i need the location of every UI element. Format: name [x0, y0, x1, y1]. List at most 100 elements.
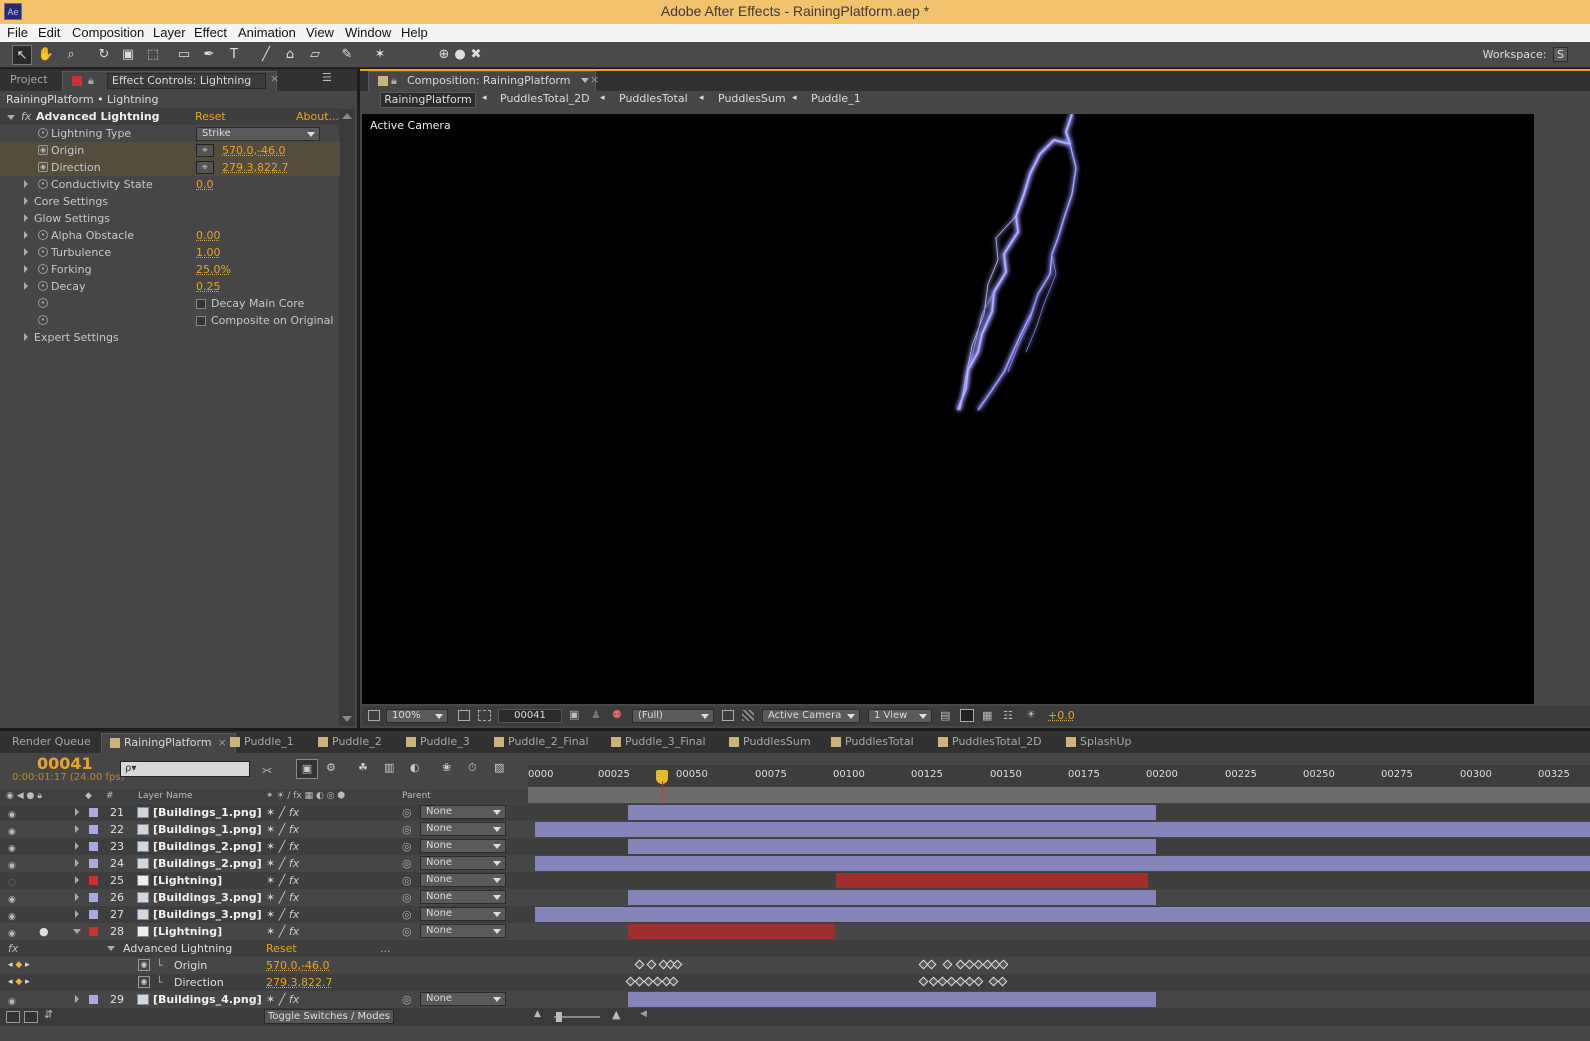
menu-help[interactable]: Help: [401, 25, 428, 40]
layer-duration-bar[interactable]: [628, 839, 1156, 854]
composite-on-original-checkbox[interactable]: [196, 316, 206, 326]
property-row-direction[interactable]: ◂ ◆ ▸ ◉ └ Direction 279.3,822.7: [0, 974, 1590, 991]
collapse-icon[interactable]: [107, 946, 115, 951]
table-row[interactable]: ◉ ● 28 [Lightning] ✶ ╱ fx ◎ None: [0, 923, 1590, 940]
stopwatch-icon[interactable]: •: [38, 247, 48, 257]
layer-name[interactable]: [Buildings_3.png]: [153, 889, 262, 906]
flow-item-rainingplatform[interactable]: RainingPlatform: [380, 92, 476, 108]
layer-name[interactable]: [Buildings_2.png]: [153, 855, 262, 872]
timeline-search-input[interactable]: ρ▾: [120, 761, 250, 777]
expand-icon[interactable]: [24, 231, 28, 239]
table-row[interactable]: ○ 25 [Lightning] ✶ ╱ fx ◎ None: [0, 872, 1590, 889]
expand-icon[interactable]: [75, 893, 79, 901]
lock-icon[interactable]: 🔒︎: [391, 72, 397, 90]
stopwatch-icon[interactable]: •: [38, 179, 48, 189]
table-row[interactable]: ◉ 22 [Buildings_1.png] ✶ ╱ fx ◎ None: [0, 821, 1590, 838]
graph-icon[interactable]: └: [156, 974, 163, 991]
label-color[interactable]: [89, 825, 98, 834]
layer-name[interactable]: [Lightning]: [153, 872, 222, 889]
layer-duration-bar[interactable]: [628, 805, 1156, 820]
fx-icon[interactable]: fx: [21, 108, 31, 125]
layer-switches-icon[interactable]: ✶ ╱ fx: [266, 923, 299, 940]
layer-duration-bar[interactable]: [535, 856, 1590, 871]
label-color[interactable]: [89, 995, 98, 1004]
toggle-switches-modes-button[interactable]: Toggle Switches / Modes: [264, 1009, 394, 1024]
stopwatch-icon[interactable]: •: [38, 230, 48, 240]
lightning-type-select[interactable]: Strike: [196, 127, 320, 141]
pickwhip-icon[interactable]: ◎: [402, 821, 412, 838]
zoom-select[interactable]: 100%: [386, 709, 448, 723]
origin-value[interactable]: 570.0,-46.0: [222, 142, 285, 159]
tab-rainingplatform[interactable]: RainingPlatform ×: [101, 733, 236, 753]
stopwatch-icon[interactable]: ◉: [138, 976, 150, 988]
tab-puddle-3-final[interactable]: Puddle_3_Final: [603, 733, 714, 753]
stopwatch-icon[interactable]: •: [38, 298, 48, 308]
flowchart-icon[interactable]: ☷: [1003, 709, 1013, 722]
tab-puddle-3[interactable]: Puddle_3: [398, 733, 478, 753]
tab-puddle-2-final[interactable]: Puddle_2_Final: [486, 733, 597, 753]
expand-icon[interactable]: [24, 333, 28, 341]
shy-layers-icon[interactable]: ☘: [358, 761, 368, 774]
effect-header-row[interactable]: fx Advanced Lightning Reset About...: [0, 108, 340, 125]
group-glow-settings[interactable]: Glow Settings: [0, 210, 340, 227]
label-color[interactable]: [89, 842, 98, 851]
tab-project[interactable]: Project: [2, 71, 56, 91]
mask-visibility-icon[interactable]: [478, 710, 491, 721]
pickwhip-icon[interactable]: ◎: [402, 838, 412, 855]
scroll-left-icon[interactable]: ◀: [640, 1009, 647, 1019]
tab-puddlessum[interactable]: PuddlesSum: [721, 733, 819, 753]
composition-viewer[interactable]: Active Camera: [362, 114, 1534, 704]
expand-icon[interactable]: [75, 808, 79, 816]
expand-icon[interactable]: [75, 876, 79, 884]
keyframe[interactable]: [998, 959, 1009, 970]
transparency-grid-icon[interactable]: [742, 710, 754, 721]
solo-icon[interactable]: ●: [39, 923, 49, 940]
flow-item-puddlestotal[interactable]: PuddlesTotal: [619, 92, 688, 105]
effect-about-button[interactable]: About...: [296, 108, 339, 125]
layer-duration-bar[interactable]: [628, 992, 1156, 1007]
keyframe[interactable]: [672, 959, 683, 970]
table-row[interactable]: ◉ 24 [Buildings_2.png] ✶ ╱ fx ◎ None: [0, 855, 1590, 872]
tab-puddle-1[interactable]: Puddle_1: [222, 733, 302, 753]
pickwhip-icon[interactable]: ◎: [402, 889, 412, 906]
expand-icon[interactable]: [24, 214, 28, 222]
keyframe[interactable]: [973, 976, 984, 987]
layer-name[interactable]: [Buildings_4.png]: [153, 991, 262, 1008]
expand-icon[interactable]: [24, 180, 28, 188]
layer-switches-icon[interactable]: ✶ ╱ fx: [266, 838, 299, 855]
layer-switches-icon[interactable]: ✶ ╱ fx: [266, 855, 299, 872]
zoom-tool-icon[interactable]: ⌕: [61, 45, 81, 65]
rotate-tool-icon[interactable]: ↻: [94, 45, 114, 65]
effect-scrollbar[interactable]: [339, 109, 355, 726]
motion-blur-icon[interactable]: ◐: [410, 761, 420, 774]
flow-item-puddlessum[interactable]: PuddlesSum: [718, 92, 786, 105]
menu-window[interactable]: Window: [345, 25, 391, 40]
region-of-interest-icon[interactable]: [722, 710, 734, 721]
parent-select[interactable]: None: [420, 856, 506, 870]
pickwhip-icon[interactable]: ◎: [402, 872, 412, 889]
reset-exposure-icon[interactable]: ☀: [1026, 708, 1036, 721]
draft-3d-icon[interactable]: ⚙: [326, 761, 336, 774]
group-core-settings[interactable]: Core Settings: [0, 193, 340, 210]
lock-icon[interactable]: 🔒︎: [88, 72, 94, 90]
layer-name[interactable]: [Buildings_3.png]: [153, 906, 262, 923]
chevron-down-icon[interactable]: [581, 78, 589, 83]
pickwhip-icon[interactable]: ◎: [402, 991, 412, 1008]
menu-file[interactable]: File: [7, 25, 28, 40]
workspace-dropdown[interactable]: S: [1553, 47, 1568, 62]
camera-select[interactable]: Active Camera: [762, 709, 860, 723]
keyframe[interactable]: [646, 959, 657, 970]
graph-icon[interactable]: └: [156, 957, 163, 974]
effect-options-button[interactable]: ...: [380, 940, 391, 957]
keyframe[interactable]: [918, 976, 929, 987]
hand-tool-icon[interactable]: ✋: [36, 45, 56, 65]
crosshair-icon[interactable]: ⌖: [196, 144, 214, 157]
pickwhip-icon[interactable]: ◎: [402, 906, 412, 923]
expand-icon[interactable]: [24, 282, 28, 290]
effect-reset-button[interactable]: Reset: [266, 940, 297, 957]
selection-tool-icon[interactable]: ↖: [12, 45, 32, 65]
keyframe[interactable]: [926, 959, 937, 970]
layer-duration-bar[interactable]: [628, 890, 1156, 905]
label-color[interactable]: [89, 876, 98, 885]
menu-view[interactable]: View: [306, 25, 334, 40]
